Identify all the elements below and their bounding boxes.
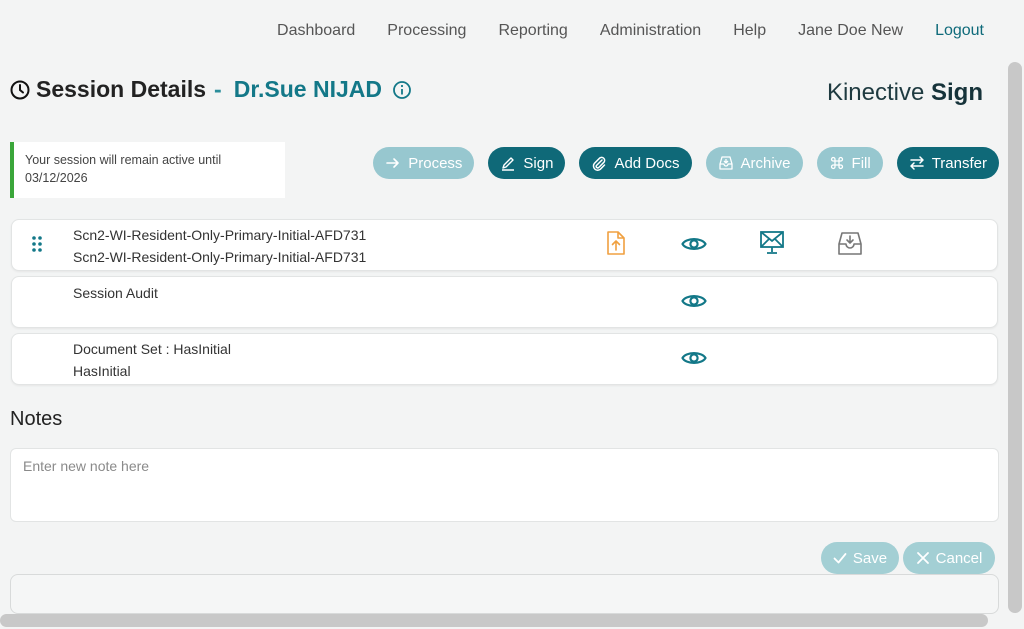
info-icon[interactable] (392, 80, 412, 100)
save-label: Save (852, 549, 888, 567)
session-message: Your session will remain active until (25, 153, 222, 167)
cancel-label: Cancel (935, 549, 983, 567)
process-button[interactable]: Process (373, 147, 475, 179)
inbox-download-icon[interactable] (837, 230, 863, 256)
fill-button[interactable]: Fill (816, 147, 883, 179)
notes-list-panel (10, 574, 999, 614)
archive-icon (718, 156, 733, 170)
command-icon (830, 156, 843, 170)
pen-icon (502, 157, 515, 171)
paperclip-icon (593, 156, 606, 171)
close-icon (916, 552, 929, 564)
document-name: Document Set : HasInitial (73, 341, 231, 357)
transfer-button[interactable]: Transfer (896, 147, 999, 179)
brand-logo: Kinective Sign (827, 79, 983, 107)
notes-title: Notes (10, 408, 63, 430)
document-row[interactable]: Scn2-WI-Resident-Only-Primary-Initial-AF… (11, 219, 998, 271)
save-button[interactable]: Save (821, 542, 899, 574)
sign-label: Sign (523, 154, 554, 172)
process-label: Process (408, 154, 463, 172)
eye-icon[interactable] (681, 345, 707, 371)
document-row[interactable]: Session Audit (11, 276, 998, 328)
sign-button[interactable]: Sign (488, 147, 566, 179)
cancel-button[interactable]: Cancel (903, 542, 995, 574)
upload-file-icon[interactable] (603, 230, 629, 256)
nav-processing[interactable]: Processing (387, 22, 466, 40)
session-expiry-date: 03/12/2026 (25, 171, 88, 185)
document-name: Scn2-WI-Resident-Only-Primary-Initial-AF… (73, 227, 367, 243)
patient-name: Dr.Sue NIJAD (233, 76, 382, 102)
eye-icon[interactable] (681, 231, 707, 257)
nav-administration[interactable]: Administration (600, 22, 701, 40)
eye-icon[interactable] (681, 288, 707, 314)
transfer-label: Transfer (931, 154, 987, 172)
note-input[interactable] (10, 448, 999, 522)
arrow-right-icon (386, 158, 400, 168)
action-toolbar: Process Sign Add Docs Archive Fill Trans… (373, 147, 999, 179)
session-timeout-notice: Your session will remain active until 03… (10, 142, 285, 198)
nav-user-name[interactable]: Jane Doe New (798, 22, 903, 40)
document-subname: Scn2-WI-Resident-Only-Primary-Initial-AF… (73, 249, 367, 265)
nav-help[interactable]: Help (733, 22, 766, 40)
archive-button[interactable]: Archive (705, 147, 803, 179)
document-name: Session Audit (73, 285, 158, 301)
add-docs-label: Add Docs (614, 154, 680, 172)
nav-logout[interactable]: Logout (935, 22, 984, 40)
document-row[interactable]: Document Set : HasInitial HasInitial (11, 333, 998, 385)
nav-reporting[interactable]: Reporting (498, 22, 567, 40)
title-separator: - (214, 76, 222, 102)
fill-label: Fill (851, 154, 871, 172)
drag-handle-icon[interactable] (31, 235, 43, 253)
add-docs-button[interactable]: Add Docs (579, 147, 692, 179)
nav-dashboard[interactable]: Dashboard (277, 22, 355, 40)
horizontal-scrollbar[interactable] (0, 614, 988, 627)
brand-bold: Sign (931, 79, 983, 106)
top-nav: Dashboard Processing Reporting Administr… (277, 22, 984, 40)
page-header: Session Details - Dr.Sue NIJAD (10, 76, 412, 103)
page-title: Session Details (36, 76, 207, 102)
email-monitor-icon[interactable] (759, 230, 785, 256)
vertical-scrollbar[interactable] (1008, 62, 1022, 613)
document-subname: HasInitial (73, 363, 131, 379)
clock-icon (10, 80, 30, 99)
check-icon (833, 553, 847, 564)
archive-label: Archive (740, 154, 791, 172)
brand-light: Kinective (826, 79, 925, 106)
transfer-icon (909, 156, 924, 170)
